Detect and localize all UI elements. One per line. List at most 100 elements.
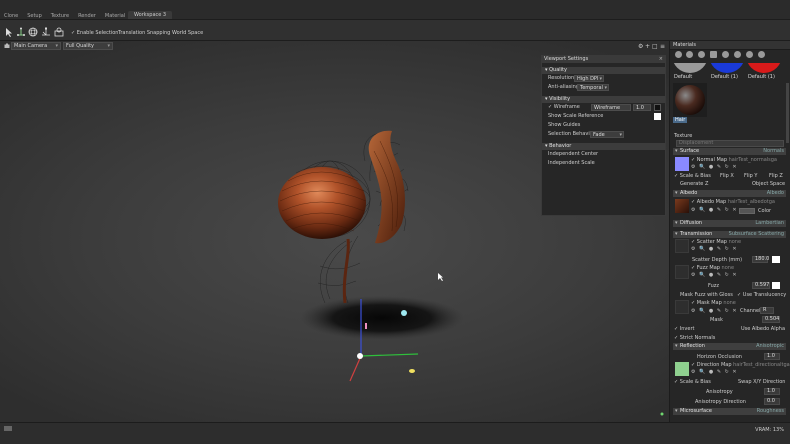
delete-material-icon[interactable]: [698, 51, 705, 58]
workspace-tab[interactable]: Workspace 3: [128, 11, 173, 19]
wireframe-value-field[interactable]: 1.0: [633, 104, 651, 111]
swap-xy-checkbox[interactable]: Swap X/Y Direction: [738, 379, 785, 385]
scatter-map-tools[interactable]: ⚙ 🔍 ● ✎ ↻ ✕: [691, 246, 738, 252]
texture-icon[interactable]: [734, 51, 741, 58]
viewport-settings-title: Viewport Settings ×: [542, 56, 665, 63]
menu-item-render[interactable]: Render: [78, 13, 96, 19]
folder-icon[interactable]: [710, 51, 717, 58]
collapse-icon: ▾: [675, 190, 678, 196]
select-arrow-icon[interactable]: [4, 27, 14, 37]
scale-bias-checkbox[interactable]: ✓ Scale & Bias: [674, 173, 711, 179]
strict-normals-checkbox[interactable]: ✓ Strict Normals: [674, 335, 715, 341]
settings-icon[interactable]: [758, 51, 765, 58]
normal-map-tools[interactable]: ⚙ 🔍 ● ✎ ↻ ✕: [691, 164, 738, 170]
albedo-map-thumbnail[interactable]: [675, 199, 689, 213]
mask-map-thumbnail[interactable]: [675, 300, 689, 314]
mask-value: 0.504: [765, 316, 780, 322]
wireframe-color-swatch[interactable]: [654, 104, 661, 111]
refresh-icon[interactable]: [746, 51, 753, 58]
behavior-section-header[interactable]: ▾ Behavior: [542, 143, 665, 150]
close-icon[interactable]: ×: [659, 56, 663, 63]
mask-fuzz-gloss-checkbox[interactable]: Mask Fuzz with Gloss: [680, 292, 733, 298]
anisotropy-direction-field[interactable]: 0.0: [764, 398, 780, 405]
independent-center-checkbox[interactable]: Independent Center: [548, 151, 598, 157]
translation-snapping-toggle[interactable]: Translation Snapping: [118, 30, 170, 36]
microsurface-section-header[interactable]: ▾ Microsurface Roughness: [673, 408, 786, 415]
resolution-dropdown[interactable]: High DPI ▾: [574, 75, 604, 82]
fuzz-map-tools[interactable]: ⚙ 🔍 ● ✎ ↻ ✕: [691, 272, 738, 278]
antialiasing-dropdown[interactable]: Temporal ▾: [577, 84, 609, 91]
scatter-color-swatch[interactable]: [772, 256, 780, 263]
material-swatch-hair[interactable]: [673, 83, 707, 117]
menu-item-material[interactable]: Material: [105, 13, 125, 19]
horizon-occlusion-field[interactable]: 1.0: [764, 353, 780, 360]
visibility-section-header[interactable]: ▾ Visibility: [542, 96, 665, 103]
diffusion-section-header[interactable]: ▾ Diffusion Lambertian: [673, 220, 786, 227]
scatter-map-thumbnail[interactable]: [675, 239, 689, 253]
albedo-map-tools[interactable]: ⚙ 🔍 ● ✎ ↻ ✕: [691, 207, 738, 213]
menu-item-clone[interactable]: Clone: [4, 13, 18, 19]
channel-dropdown[interactable]: R: [760, 307, 774, 314]
show-guides-checkbox[interactable]: Show Guides: [548, 122, 580, 128]
direction-map-thumbnail[interactable]: [675, 362, 689, 376]
fuzz-color-swatch[interactable]: [772, 282, 780, 289]
enable-selection-toggle[interactable]: ✓ Enable Selection: [71, 30, 118, 36]
gizmo-center: [357, 353, 363, 359]
duplicate-material-icon[interactable]: [686, 51, 693, 58]
scale-reference-checkbox[interactable]: Show Scale Reference: [548, 113, 603, 119]
menu-item-texture[interactable]: Texture: [51, 13, 69, 19]
selection-behavior-dropdown[interactable]: Fade ▾: [590, 131, 624, 138]
wireframe-checkbox[interactable]: ✓ Wireframe: [548, 104, 580, 110]
flip-y-checkbox[interactable]: Flip Y: [744, 173, 757, 179]
scatter-map-label[interactable]: ✓ Scatter Map none: [691, 239, 741, 245]
direction-map-label[interactable]: ✓ Direction Map hairTest_directionaltga: [691, 362, 790, 368]
scale-bias-checkbox-2[interactable]: ✓ Scale & Bias: [674, 379, 711, 385]
use-translucency-checkbox[interactable]: ✓ Use Translucency: [737, 292, 786, 298]
surface-section-header[interactable]: ▾ Surface Normals: [673, 148, 786, 155]
use-albedo-alpha-checkbox[interactable]: Use Albedo Alpha: [741, 326, 785, 332]
reflection-section-header[interactable]: ▾ Reflection Anisotropic: [673, 343, 786, 350]
anisotropy-field[interactable]: 1.0: [764, 388, 780, 395]
gizmo-z-axis: [349, 355, 362, 382]
mask-map-tools[interactable]: ⚙ 🔍 ● ✎ ↻ ✕: [691, 308, 738, 314]
independent-scale-checkbox[interactable]: Independent Scale: [548, 160, 595, 166]
fuzz-field[interactable]: 0.597: [752, 282, 770, 289]
albedo-color-swatch[interactable]: [739, 208, 755, 214]
collapse-icon: ▾: [675, 148, 678, 154]
albedo-section-header[interactable]: ▾ Albedo Albedo: [673, 190, 786, 197]
anisotropy-direction-label: Anisotropy Direction: [695, 399, 746, 405]
horizon-occlusion-value: 1.0: [767, 353, 775, 359]
albedo-map-label[interactable]: ✓ Albedo Map hairTest_albedotga: [691, 199, 775, 205]
flip-x-checkbox[interactable]: Flip X: [720, 173, 734, 179]
scatter-depth-field[interactable]: 180.0: [752, 256, 769, 263]
direction-map-tools[interactable]: ⚙ 🔍 ● ✎ ↻ ✕: [691, 369, 738, 375]
viewport-3d[interactable]: Main Camera ▾ Full Quality ▾ ⚙ + □ ≡ Vie…: [0, 41, 669, 422]
fuzz-map-thumbnail[interactable]: [675, 265, 689, 279]
transmission-section-header[interactable]: ▾ Transmission Subsurface Scattering: [673, 231, 786, 238]
sphere-preview-icon[interactable]: [722, 51, 729, 58]
object-space-checkbox[interactable]: Object Space: [752, 181, 785, 187]
wireframe-mode-dropdown[interactable]: Wireframe: [591, 104, 631, 111]
scale-reference-color-swatch[interactable]: [654, 113, 661, 120]
world-space-toggle[interactable]: World Space: [172, 30, 203, 36]
camera-tool-icon[interactable]: [54, 27, 64, 37]
add-material-icon[interactable]: [675, 51, 682, 58]
displacement-dropdown[interactable]: Displacement: [676, 140, 784, 147]
mask-map-label[interactable]: ✓ Mask Map none: [691, 300, 736, 306]
normal-map-label[interactable]: ✓ Normal Map hairTest_normalsga: [691, 157, 777, 163]
direction-map-label-text: ✓ Direction Map: [691, 362, 732, 368]
flip-z-checkbox[interactable]: Flip Z: [769, 173, 783, 179]
menu-item-setup[interactable]: Setup: [27, 13, 42, 19]
move-tool-icon[interactable]: [16, 27, 26, 37]
rotate-tool-icon[interactable]: [28, 27, 38, 37]
generate-z-checkbox[interactable]: Generate Z: [680, 181, 708, 187]
normal-map-thumbnail[interactable]: [675, 157, 689, 171]
fuzz-map-label[interactable]: ✓ Fuzz Map none: [691, 265, 734, 271]
quality-section-header[interactable]: ▾ Quality: [542, 67, 665, 74]
texture-label[interactable]: Texture: [674, 133, 692, 139]
invert-checkbox[interactable]: ✓ Invert: [674, 326, 694, 332]
surface-header-text: Surface: [680, 148, 700, 154]
mask-field[interactable]: 0.504: [762, 316, 780, 323]
materials-scrollbar[interactable]: [786, 83, 789, 143]
scale-tool-icon[interactable]: [41, 27, 51, 37]
